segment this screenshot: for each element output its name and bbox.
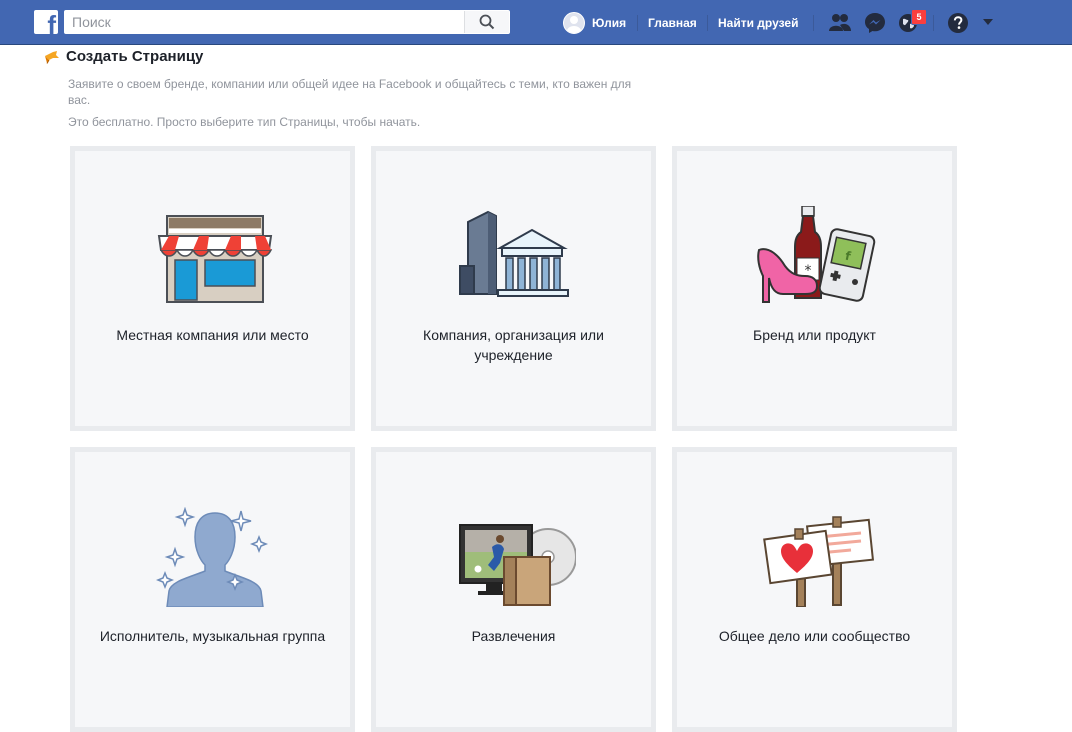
messenger-icon[interactable] — [864, 12, 886, 34]
nav-divider — [813, 15, 814, 31]
category-label: Развлечения — [471, 628, 556, 644]
avatar — [563, 12, 585, 34]
search-button[interactable] — [464, 11, 509, 33]
page-subtitle: Это бесплатно. Просто выберите тип Стран… — [68, 115, 421, 129]
profile-link[interactable]: Юлия — [563, 11, 626, 35]
search-input[interactable] — [65, 11, 465, 33]
category-label: Общее дело или сообщество — [718, 628, 911, 644]
nav-divider — [933, 15, 934, 31]
entertainment-icon — [459, 524, 576, 606]
category-card-company[interactable]: Компания, организация или учреждение — [371, 146, 656, 431]
category-card-entertainment[interactable]: Развлечения — [371, 447, 656, 732]
category-label: Исполнитель, музыкальная группа — [99, 628, 326, 644]
artist-silhouette-icon — [155, 507, 269, 607]
category-label: Бренд или продукт — [753, 327, 876, 343]
logo-letter: f — [47, 10, 56, 34]
category-card-local-business[interactable]: Местная компания или место — [70, 146, 355, 431]
facebook-logo-icon[interactable]: f — [34, 10, 58, 34]
search-icon — [479, 14, 495, 30]
category-card-community[interactable]: Общее дело или сообщество — [672, 447, 957, 732]
profile-name: Юлия — [592, 16, 627, 30]
chevron-down-icon[interactable] — [982, 18, 994, 26]
page-description: Заявите о своем бренде, компании или общ… — [68, 77, 632, 107]
help-icon[interactable] — [947, 12, 969, 34]
find-friends-link[interactable]: Найти друзей — [718, 16, 798, 30]
category-label: Местная компания или место — [116, 327, 309, 343]
category-label: Компания, организация или учреждение — [423, 327, 604, 363]
company-building-icon — [459, 210, 569, 297]
notifications-badge: 5 — [911, 9, 927, 25]
category-card-brand[interactable]: * f Бренд или продукт — [672, 146, 957, 431]
top-navigation-bar: f Юлия Главная Найти друзей — [0, 0, 1072, 45]
page-header: Создать Страницу — [44, 48, 203, 65]
flag-icon — [45, 50, 59, 64]
friend-requests-icon[interactable] — [828, 12, 852, 34]
community-signs-icon — [763, 516, 875, 607]
storefront-icon — [157, 215, 273, 303]
page-title: Создать Страницу — [66, 48, 204, 65]
brand-product-icon: * f — [757, 206, 876, 303]
nav-divider — [637, 15, 638, 31]
category-card-artist[interactable]: Исполнитель, музыкальная группа — [70, 447, 355, 732]
home-link[interactable]: Главная — [648, 16, 697, 30]
nav-divider — [707, 15, 708, 31]
search-box — [64, 10, 510, 34]
